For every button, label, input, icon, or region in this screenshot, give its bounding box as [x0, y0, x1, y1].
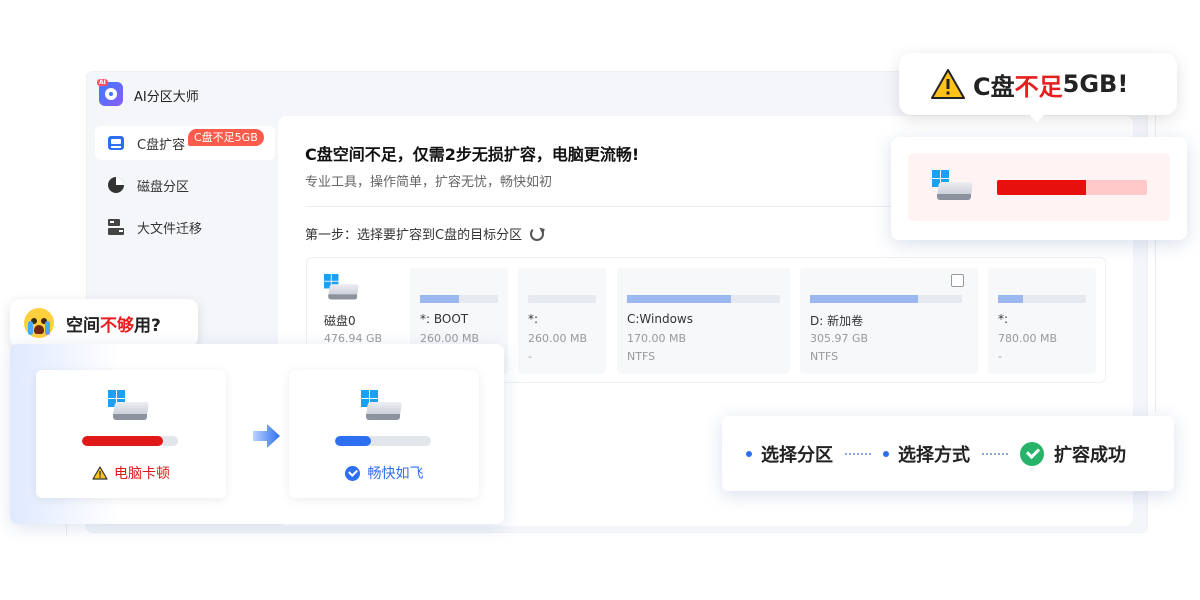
step-1: 选择分区 [761, 444, 833, 466]
partition-size: 305.97 GB [810, 332, 869, 345]
step-dot-icon [883, 450, 889, 457]
bubble-prefix: 空间 [66, 315, 100, 336]
c-drive-usage-fill [997, 180, 1086, 195]
after-usage-track [335, 436, 431, 446]
partition-fs: NTFS [810, 350, 839, 363]
partition-usage-bar [810, 295, 918, 303]
c-drive-usage-track [997, 180, 1147, 195]
c-drive-full-card [891, 137, 1187, 240]
before-label-text: 电脑卡顿 [114, 466, 170, 482]
sidebar-item-label: 磁盘分区 [137, 179, 190, 195]
space-insufficient-bubble: 空间 不够 用? [10, 299, 198, 347]
bubble-suffix: 用? [134, 315, 161, 336]
step-dot-icon [746, 450, 752, 457]
page-title: C盘空间不足，仅需2步无损扩容，电脑更流畅! [305, 145, 640, 164]
disk-drive-icon [108, 390, 150, 422]
disk-drive-icon [932, 170, 974, 202]
partition-usage-bar [627, 295, 732, 303]
partition-card[interactable]: C:Windows 170.00 MB NTFS [617, 268, 790, 374]
after-usage-fill [335, 436, 372, 446]
partition-name: D: 新加卷 [810, 314, 864, 328]
partition-name: *: [528, 312, 539, 326]
after-label: 畅快如飞 [289, 463, 479, 483]
partition-name: *: [998, 312, 1009, 326]
success-check-icon [1020, 441, 1044, 466]
step-2: 选择方式 [898, 444, 970, 466]
c-drive-warning-bubble: C盘 不足 5GB! [899, 53, 1177, 123]
sidebar-item-file-migrate[interactable]: 大文件迁移 [95, 210, 275, 244]
warning-suffix: 5GB! [1062, 70, 1129, 98]
refresh-icon[interactable] [530, 226, 545, 241]
partition-usage-bar [998, 295, 1023, 303]
disk-drive-icon [324, 274, 360, 301]
partition-size: 260.00 MB [528, 332, 588, 345]
drive-c-icon [107, 134, 125, 152]
partition-name: C:Windows [627, 312, 693, 326]
warning-highlight: 不足 [1014, 72, 1063, 101]
disk-name: 磁盘0 [324, 314, 356, 328]
disk-drive-icon [361, 390, 403, 422]
partition-fs: - [528, 350, 532, 363]
after-card: 畅快如飞 [289, 370, 479, 498]
file-transfer-icon [107, 218, 125, 236]
before-after-panel: 电脑卡顿 畅快如飞 [10, 344, 504, 524]
step-3: 扩容成功 [1054, 444, 1126, 466]
sidebar-item-label: 大文件迁移 [137, 221, 203, 237]
c-drive-full-panel [908, 153, 1170, 221]
page-subtitle: 专业工具，操作简单，扩容无忧，畅快如初 [305, 175, 553, 190]
partition-card[interactable]: *: 780.00 MB - [988, 268, 1096, 374]
bubble-highlight: 不够 [100, 315, 134, 336]
c-drive-low-badge: C盘不足5GB [188, 129, 264, 146]
sidebar-item-label: C盘扩容 [137, 137, 186, 153]
step-one-label: 第一步：选择要扩容到C盘的目标分区 [305, 224, 545, 243]
partition-size: 780.00 MB [998, 332, 1058, 345]
before-label: 电脑卡顿 [36, 463, 226, 483]
warning-prefix: C盘 [973, 72, 1015, 101]
crying-face-icon [24, 308, 54, 338]
step-one-text: 第一步：选择要扩容到C盘的目标分区 [305, 228, 523, 243]
before-usage-fill [82, 436, 163, 446]
partition-card[interactable]: D: 新加卷 305.97 GB NTFS [800, 268, 978, 374]
partition-checkbox[interactable] [951, 274, 964, 287]
partition-fs: - [998, 350, 1002, 363]
app-logo-icon: AI [97, 79, 123, 106]
warning-icon [931, 69, 965, 99]
sidebar-item-partition[interactable]: 磁盘分区 [95, 168, 275, 202]
before-usage-track [82, 436, 178, 446]
sidebar: C盘扩容 C盘不足5GB 磁盘分区 大文件迁移 [95, 126, 275, 252]
partition-card[interactable]: *: 260.00 MB - [518, 268, 606, 374]
stage: AI AI分区大师 C盘扩容 C盘不足5GB 磁盘分区 大文件迁移 C盘空间不足… [0, 0, 1200, 600]
partition-size: 170.00 MB [627, 332, 687, 345]
arrow-right-icon [253, 424, 281, 448]
after-label-text: 畅快如飞 [367, 466, 424, 482]
before-card: 电脑卡顿 [36, 370, 226, 498]
step-connector [845, 452, 871, 455]
check-circle-icon [344, 465, 360, 481]
sidebar-item-c-expand[interactable]: C盘扩容 C盘不足5GB [95, 126, 275, 160]
pie-chart-icon [107, 176, 125, 194]
step-connector [982, 452, 1008, 455]
partition-fs: NTFS [627, 350, 656, 363]
partition-name: *: BOOT [420, 312, 469, 326]
warning-icon [92, 466, 108, 480]
partition-usage-bar [420, 295, 459, 303]
app-title: AI分区大师 [134, 90, 199, 105]
steps-flow: 选择分区 选择方式 扩容成功 [722, 416, 1174, 491]
